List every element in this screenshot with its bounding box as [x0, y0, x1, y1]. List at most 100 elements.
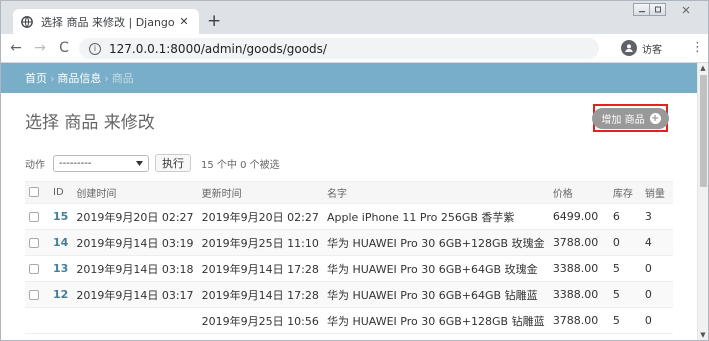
plus-icon: + — [649, 112, 661, 124]
goods-id-link[interactable]: 14 — [53, 236, 68, 249]
action-select[interactable]: --------- — [53, 154, 149, 172]
goods-id-link[interactable]: 12 — [53, 288, 68, 301]
id-cell: 14 — [49, 229, 73, 256]
updated-cell: 2019年9月20日 02:27 — [197, 203, 323, 230]
breadcrumb: 首页 › 商品信息 › 商品 — [1, 63, 697, 93]
reload-button[interactable]: C — [55, 40, 73, 56]
sales-cell: 0 — [640, 307, 673, 334]
breadcrumb-section-link[interactable]: 商品信息 — [57, 70, 101, 86]
table-row: 12 2019年9月14日 03:17 2019年9月14日 17:28 华为 … — [25, 281, 673, 308]
row-select-cell — [25, 203, 50, 230]
tab-close-icon[interactable]: ✕ — [177, 15, 191, 28]
url-text: 127.0.0.1:8000/admin/goods/goods/ — [109, 41, 327, 56]
goods-id-link[interactable]: 15 — [53, 210, 68, 223]
admin-page: 首页 › 商品信息 › 商品 选择 商品 来修改 增加 商品 + 动作 ----… — [1, 63, 697, 340]
updated-cell: 2019年9月25日 11:10 — [197, 229, 323, 256]
row-checkbox[interactable] — [29, 212, 39, 222]
table-header-row: ID 创建时间 更新时间 名字 价格 库存 销量 — [25, 181, 673, 204]
sales-cell: 3 — [640, 203, 673, 230]
id-cell: 13 — [49, 255, 73, 282]
id-cell: 12 — [49, 281, 73, 308]
created-cell: 2019年9月14日 03:17 — [72, 281, 198, 308]
column-header-updated[interactable]: 更新时间 — [197, 181, 323, 204]
info-icon[interactable]: i — [89, 42, 101, 55]
back-button[interactable]: ← — [7, 40, 25, 56]
created-cell: 2019年9月14日 03:18 — [72, 255, 198, 282]
action-select-value: --------- — [59, 157, 92, 169]
name-cell: 华为 HUAWEI Pro 30 6GB+128GB 玫瑰金 — [322, 229, 549, 256]
scroll-up-arrow-icon[interactable]: ▲ — [698, 63, 708, 73]
scrollbar-thumb[interactable] — [700, 75, 707, 187]
price-cell: 3388.00 — [548, 255, 609, 282]
created-cell: 2019年9月14日 03:19 — [72, 229, 198, 256]
actions-bar: 动作 --------- 执行 15 个中 0 个被选 — [25, 151, 280, 175]
browser-toolbar: ← → C i 127.0.0.1:8000/admin/goods/goods… — [1, 34, 708, 63]
stock-cell: 5 — [608, 281, 641, 308]
tab-title: 选择 商品 来修改 | Django 站点 — [41, 15, 177, 29]
price-cell: 3788.00 — [548, 229, 609, 256]
browser-window: 选择 商品 来修改 | Django 站点 ✕ + ← → C i 127.0.… — [0, 0, 709, 341]
table-row: 2019年9月25日 10:56 华为 HUAWEI Pro 30 6GB+12… — [25, 307, 673, 334]
row-checkbox[interactable] — [29, 264, 39, 274]
name-cell: 华为 HUAWEI Pro 30 6GB+128GB 钻雕蓝 — [322, 307, 549, 334]
highlight-box: 增加 商品 + — [592, 104, 669, 132]
row-checkbox[interactable] — [29, 290, 39, 300]
created-cell: 2019年9月20日 02:27 — [72, 203, 198, 230]
updated-cell: 2019年9月14日 17:28 — [197, 281, 323, 308]
name-cell: 华为 HUAWEI Pro 30 6GB+64GB 玫瑰金 — [322, 255, 549, 282]
stock-cell: 6 — [608, 203, 641, 230]
stock-cell: 5 — [608, 255, 641, 282]
address-bar[interactable]: i 127.0.0.1:8000/admin/goods/goods/ — [79, 38, 599, 59]
row-checkbox[interactable] — [29, 238, 39, 248]
new-tab-button[interactable]: + — [207, 13, 221, 30]
table-row: 13 2019年9月14日 03:18 2019年9月14日 17:28 华为 … — [25, 255, 673, 282]
column-header-created[interactable]: 创建时间 — [72, 181, 198, 204]
row-select-cell — [25, 229, 50, 256]
table-row: 15 2019年9月20日 02:27 2019年9月20日 02:27 App… — [25, 203, 673, 230]
row-select-cell — [25, 255, 50, 282]
maximize-button[interactable] — [649, 3, 666, 16]
add-goods-label: 增加 商品 — [601, 114, 645, 126]
updated-cell: 2019年9月25日 10:56 — [197, 307, 323, 334]
price-cell: 6499.00 — [548, 203, 609, 230]
column-header-name[interactable]: 名字 — [322, 181, 549, 204]
sales-cell: 0 — [640, 281, 673, 308]
select-all-checkbox[interactable] — [29, 187, 39, 197]
menu-icon[interactable]: ⋮ — [691, 41, 704, 54]
select-all-cell — [25, 181, 50, 204]
name-cell: Apple iPhone 11 Pro 256GB 香芋紫 — [322, 203, 549, 230]
actions-label: 动作 — [25, 159, 45, 171]
browser-tab[interactable]: 选择 商品 来修改 | Django 站点 ✕ — [13, 9, 199, 34]
globe-icon — [21, 15, 33, 28]
column-header-id[interactable]: ID — [49, 181, 73, 204]
profile-button[interactable]: 访客 — [621, 40, 662, 56]
breadcrumb-home-link[interactable]: 首页 — [25, 70, 47, 86]
id-cell: 15 — [49, 203, 73, 230]
sales-cell: 0 — [640, 255, 673, 282]
minimize-button[interactable] — [633, 3, 650, 16]
page-title: 选择 商品 来修改 — [25, 113, 155, 133]
run-action-button[interactable]: 执行 — [155, 154, 191, 172]
user-avatar-icon — [621, 40, 637, 56]
forward-button[interactable]: → — [31, 40, 49, 56]
breadcrumb-separator: › — [104, 71, 109, 85]
column-header-sales[interactable]: 销量 — [640, 181, 673, 204]
stock-cell: 0 — [608, 229, 641, 256]
breadcrumb-separator: › — [50, 71, 55, 85]
caret-down-icon — [136, 158, 143, 169]
price-cell: 3388.00 — [548, 281, 609, 308]
stock-cell: 5 — [608, 307, 641, 334]
profile-name: 访客 — [642, 44, 662, 56]
scroll-down-arrow-icon[interactable]: ▼ — [698, 330, 708, 340]
window-controls — [633, 3, 700, 16]
table-row: 14 2019年9月14日 03:19 2019年9月25日 11:10 华为 … — [25, 229, 673, 256]
add-goods-button[interactable]: 增加 商品 + — [592, 107, 669, 129]
content-header: 选择 商品 来修改 增加 商品 + — [1, 93, 697, 151]
close-window-button[interactable] — [672, 3, 700, 16]
column-header-stock[interactable]: 库存 — [608, 181, 641, 204]
column-header-price[interactable]: 价格 — [548, 181, 609, 204]
tab-strip: 选择 商品 来修改 | Django 站点 ✕ + — [1, 1, 708, 34]
vertical-scrollbar[interactable]: ▲ ▼ — [697, 63, 708, 340]
goods-id-link[interactable]: 13 — [53, 262, 68, 275]
updated-cell: 2019年9月14日 17:28 — [197, 255, 323, 282]
